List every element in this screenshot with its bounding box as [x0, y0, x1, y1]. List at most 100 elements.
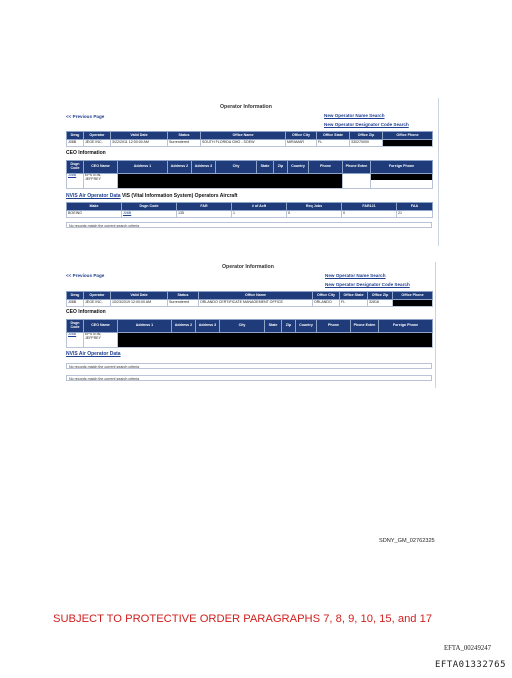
cell-valid-date: 3/22/2011 12:00:00 AM [110, 139, 168, 147]
col-foreign-phone: Foreign Phone [378, 319, 433, 333]
nvis-air-operator-data-link[interactable]: NVIS Air Operator Data [66, 193, 121, 199]
col-phone-exten: Phone Exten [350, 319, 379, 333]
operator-table: Desg Operator Valid Date Status Office N… [66, 131, 433, 147]
col-num-acft: # of Acft [231, 202, 287, 211]
cell-operator: JEGE INC. [83, 139, 111, 147]
cell-status: Surrendered [167, 299, 199, 307]
cell-make: BOEING [66, 210, 122, 218]
cell-dsgn-code-link[interactable]: J08B [66, 332, 84, 348]
table-header-row: Make Dsgn Code FAR # of Acft Req Jobs FA… [66, 202, 433, 211]
new-operator-name-search-link[interactable]: New Operator Name Search [325, 273, 386, 278]
table-header-row: Dsgn Code CEO Name Address 1 Address 2 A… [66, 319, 433, 333]
previous-page-link[interactable]: << Previous Page [66, 273, 104, 278]
col-address-2: Address 2 [171, 319, 196, 333]
cell-req-jobs: 0 [286, 210, 342, 218]
col-office-phone: Office Phone [392, 291, 433, 300]
protective-order-notice: SUBJECT TO PROTECTIVE ORDER PARAGRAPHS 7… [53, 613, 433, 625]
page-title: Operator Information [222, 264, 274, 270]
cell-desg: J08B [66, 139, 84, 147]
col-zip: Zip [273, 160, 288, 174]
cell-dsgn-code-link[interactable]: J08B [121, 210, 177, 218]
col-state: State [256, 160, 274, 174]
col-operator: Operator [83, 291, 111, 300]
redaction-box [371, 174, 432, 180]
cell-far: 135 [176, 210, 232, 218]
col-operator: Operator [83, 131, 111, 140]
col-country: Country [295, 319, 317, 333]
col-desg: Desg [66, 291, 84, 300]
redaction-box [382, 139, 433, 147]
aircraft-section-title: NVIS Air Operator Data VIS (Vital Inform… [66, 193, 238, 199]
cell-status: Surrendered [167, 139, 201, 147]
col-address-3: Address 3 [195, 319, 220, 333]
table-row: J08B JEGE INC. 3/22/2011 12:00:00 AM Sur… [66, 139, 433, 147]
col-country: Country [287, 160, 309, 174]
aircraft-table: Make Dsgn Code FAR # of Acft Req Jobs FA… [66, 202, 433, 218]
no-records-message: No records match the current search crit… [66, 363, 432, 369]
col-status: Status [167, 131, 201, 140]
col-address-2: Address 2 [167, 160, 192, 174]
col-desg: Desg [66, 131, 84, 140]
previous-page-link[interactable]: << Previous Page [66, 114, 104, 119]
cell-office-name: ORLANDO CERTIFICATE MANAGEMENT OFFICE [198, 299, 313, 307]
col-office-city: Office City [312, 291, 340, 300]
ceo-section-title: CEO Information [66, 309, 106, 315]
cell-office-city: MIRAMAR [285, 139, 317, 147]
col-faa: FAA [396, 202, 433, 211]
cell-phone-exten [342, 173, 371, 189]
col-dsgn-code: Dsgn Code [121, 202, 177, 211]
vis-aircraft-title: VIS (Vital Information System) Operators… [121, 193, 238, 199]
cell-office-name: SOUTH FLORIDA CMO - SOEW [200, 139, 286, 147]
col-office-city: Office City [285, 131, 317, 140]
col-foreign-phone: Foreign Phone [370, 160, 433, 174]
cell-operator: JEGE INC. [83, 299, 111, 307]
cell-office-state: FL [339, 299, 368, 307]
redaction-box [117, 332, 433, 348]
col-address-1: Address 1 [117, 160, 168, 174]
cell-valid-date: 10/23/2019 12:00:00 AM [110, 299, 168, 307]
aircraft-section-title: NVIS Air Operator Data [66, 351, 121, 357]
page-title: Operator Information [220, 104, 272, 110]
new-operator-name-search-link[interactable]: New Operator Name Search [324, 113, 385, 118]
redaction-box [117, 173, 343, 189]
cell-ceo-name: EPSTEIN, JEFFREY [83, 332, 118, 348]
col-far: FAR [176, 202, 232, 211]
new-operator-code-search-link[interactable]: New Operator Designator Code Search [324, 122, 409, 127]
no-records-message: No records match the current search crit… [66, 375, 432, 381]
document-page: { "panel1": { "title": "Operator Informa… [0, 0, 512, 678]
operator-table: Desg Operator Valid Date Status Office N… [66, 291, 433, 307]
col-valid-date: Valid Date [110, 131, 168, 140]
ceo-table: Dsgn Code CEO Name Address 1 Address 2 A… [66, 319, 433, 348]
cell-office-city: ORLANDO [312, 299, 340, 307]
col-phone: Phone [316, 319, 351, 333]
efta-number-2: EFTA01332765 [435, 660, 507, 670]
efta-number-1: EFTA_00249247 [444, 645, 492, 652]
col-valid-date: Valid Date [110, 291, 168, 300]
col-phone: Phone [308, 160, 343, 174]
nvis-air-operator-data-link[interactable]: NVIS Air Operator Data [66, 351, 121, 357]
col-office-state: Office State [316, 131, 350, 140]
table-row: J08B EPSTEIN, JEFFREY [66, 332, 433, 348]
cell-foreign-phone [370, 173, 433, 189]
cell-desg: J08B [66, 299, 84, 307]
cell-far121: 0 [341, 210, 397, 218]
col-address-3: Address 3 [191, 160, 216, 174]
col-office-zip: Office Zip [367, 291, 393, 300]
table-header-row: Desg Operator Valid Date Status Office N… [66, 131, 433, 140]
col-ceo-name: CEO Name [83, 319, 118, 333]
new-operator-code-search-link[interactable]: New Operator Designator Code Search [325, 282, 410, 287]
col-zip: Zip [281, 319, 296, 333]
col-ceo-name: CEO Name [83, 160, 118, 174]
col-city: City [219, 319, 265, 333]
col-office-name: Office Name [200, 131, 286, 140]
redaction-box [392, 299, 433, 307]
cell-dsgn-code-link[interactable]: J08B [66, 173, 84, 189]
cell-num-acft: 1 [231, 210, 287, 218]
cell-faa: 21 [396, 210, 433, 218]
bates-number: SDNY_GM_02762325 [379, 538, 435, 544]
table-header-row: Dsgn Code CEO Name Address 1 Address 2 A… [66, 160, 433, 174]
table-row: J08B JEGE INC. 10/23/2019 12:00:00 AM Su… [66, 299, 433, 307]
col-state: State [264, 319, 282, 333]
panel-border [438, 98, 439, 246]
cell-office-zip: 32816 [367, 299, 393, 307]
